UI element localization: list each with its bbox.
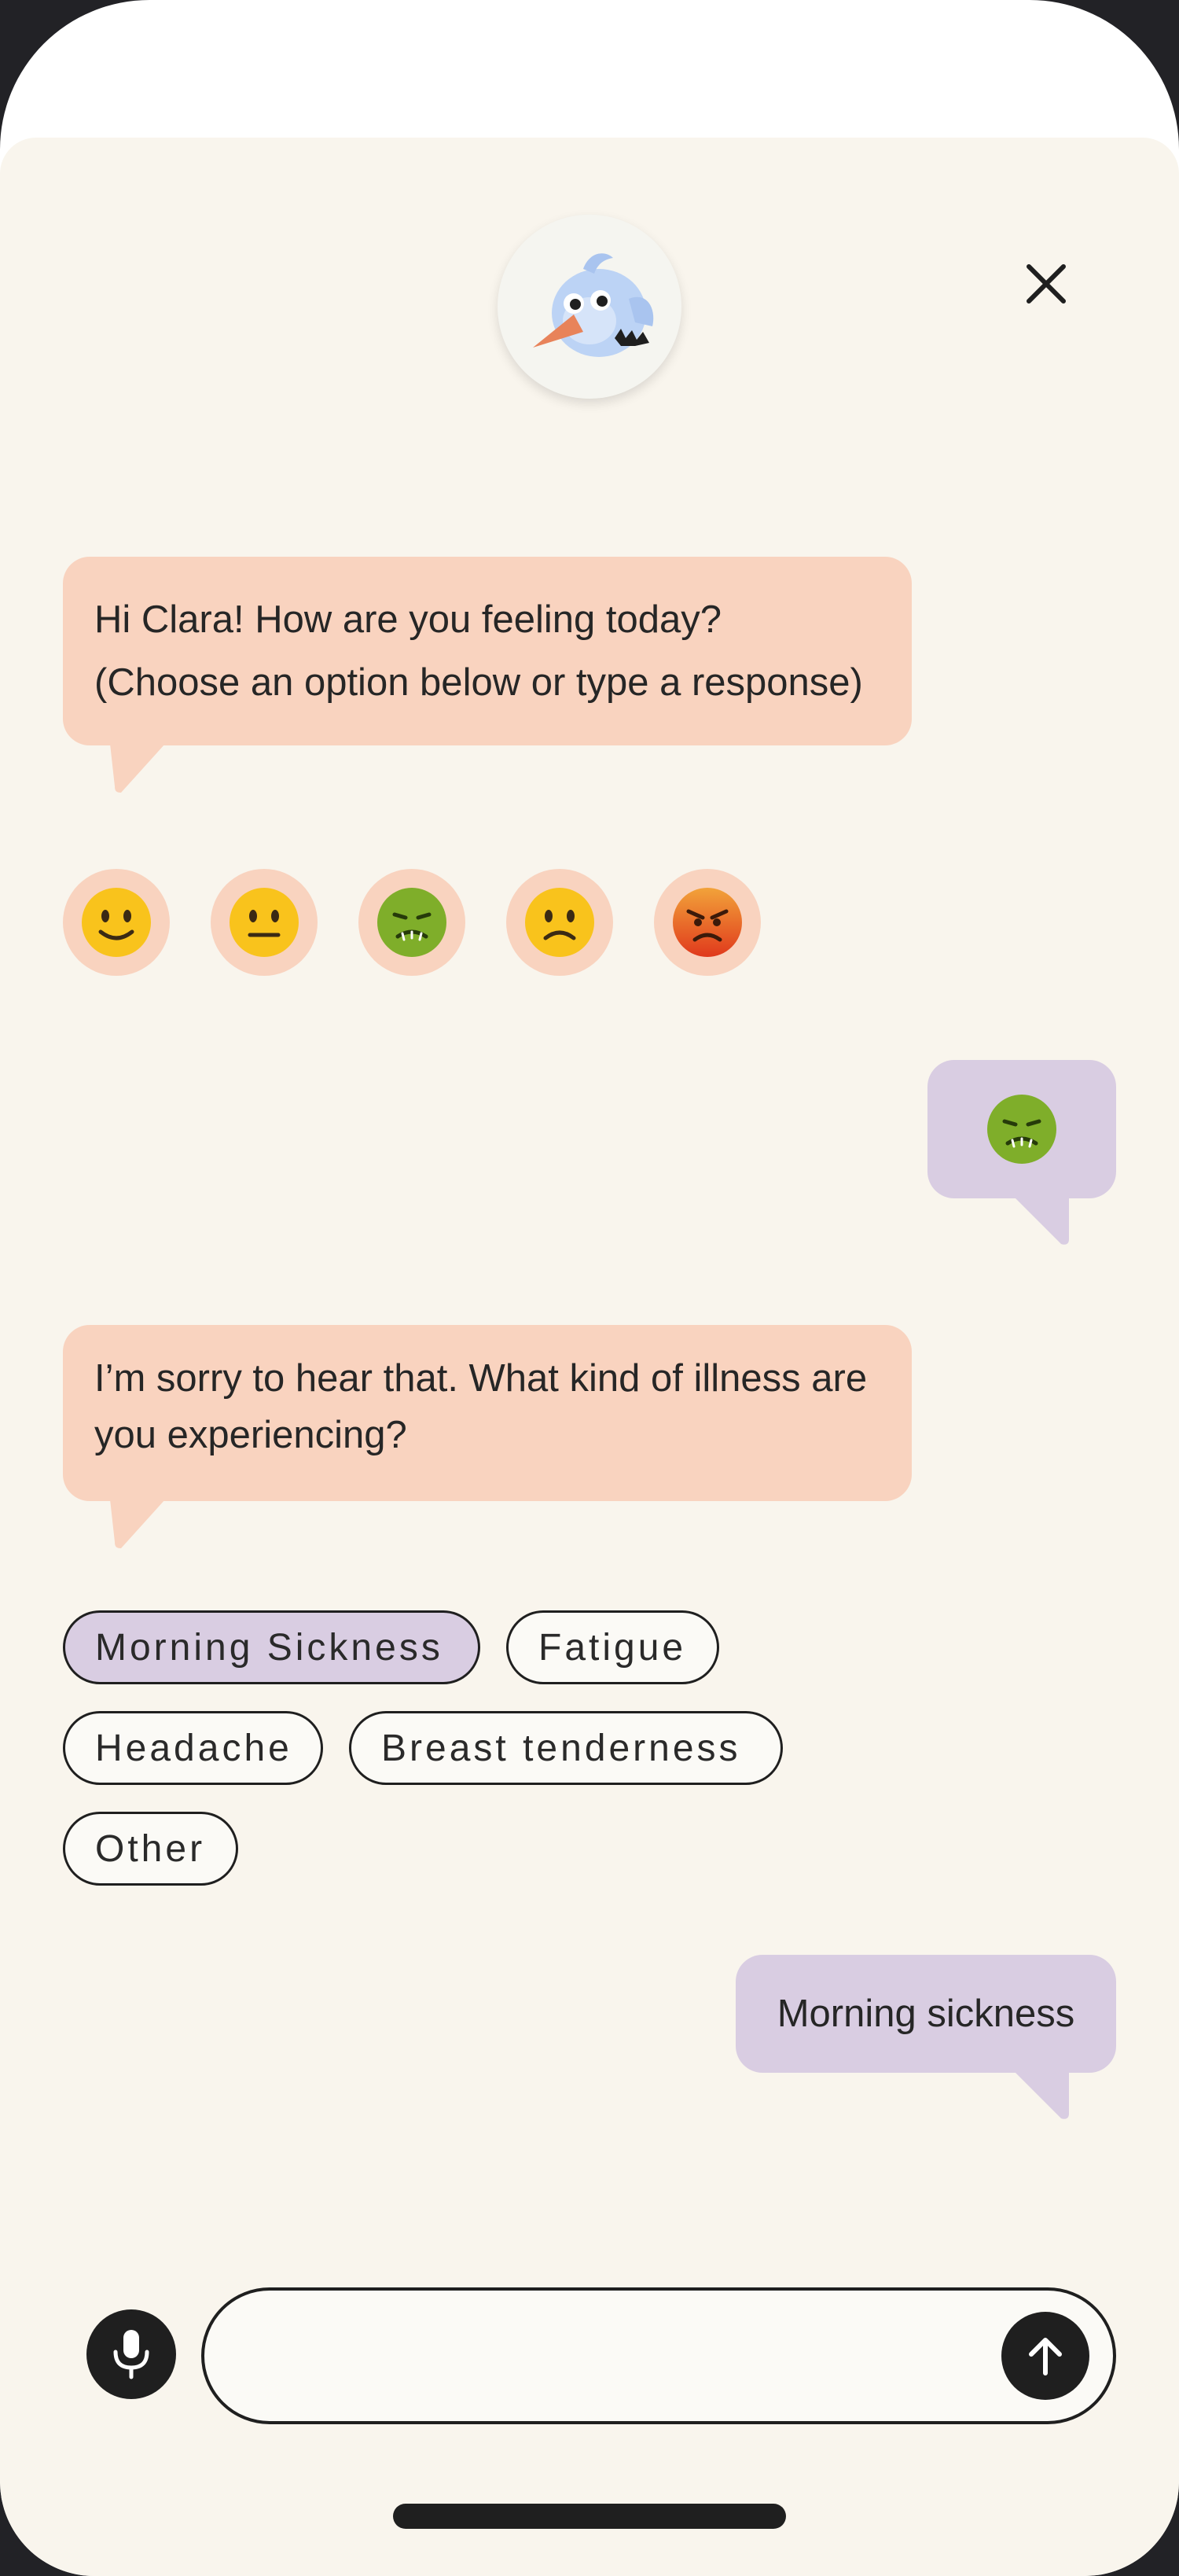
mood-options — [63, 869, 761, 976]
greeting-line-1: Hi Clara! How are you feeling today? — [94, 598, 722, 641]
chip-headache[interactable]: Headache — [63, 1711, 323, 1785]
user-message-illness: Morning sickness — [736, 1955, 1116, 2119]
mood-happy-button[interactable] — [63, 869, 170, 976]
microphone-button[interactable] — [86, 2309, 176, 2399]
chip-breast-tenderness[interactable]: Breast tenderness — [349, 1711, 783, 1785]
bird-mascot-avatar — [498, 215, 681, 399]
close-icon — [1027, 264, 1066, 304]
slightly-frowning-face-emoji — [525, 888, 594, 957]
bubble-tail — [110, 1500, 165, 1548]
pouting-face-emoji — [673, 888, 742, 957]
nauseated-face-emoji — [987, 1095, 1056, 1164]
illness-reply-text: Morning sickness — [777, 1993, 1075, 2035]
mood-angry-button[interactable] — [654, 869, 761, 976]
mood-sad-button[interactable] — [506, 869, 613, 976]
chip-fatigue[interactable]: Fatigue — [506, 1610, 719, 1684]
arrow-up-icon — [1029, 2338, 1062, 2375]
bird-mascot-icon — [533, 253, 654, 357]
chip-label: Headache — [95, 1727, 292, 1769]
bot-message-followup: I’m sorry to hear that. What kind of ill… — [63, 1325, 912, 1548]
message-input-container — [201, 2287, 1116, 2424]
close-button[interactable] — [1022, 259, 1071, 308]
chip-other[interactable]: Other — [63, 1812, 238, 1886]
bubble-tail — [1014, 2071, 1069, 2119]
send-button[interactable] — [1001, 2312, 1089, 2400]
user-message-mood — [927, 1060, 1116, 1245]
slightly-smiling-face-emoji — [82, 888, 151, 957]
followup-text: I’m sorry to hear that. What kind of ill… — [94, 1357, 868, 1456]
bubble-tail — [1014, 1197, 1069, 1245]
bubble-tail — [110, 744, 165, 793]
neutral-face-emoji — [230, 888, 299, 957]
chip-morning-sickness[interactable]: Morning Sickness — [63, 1610, 480, 1684]
bot-message-greeting: Hi Clara! How are you feeling today? (Ch… — [63, 557, 912, 793]
nauseated-face-emoji — [377, 888, 446, 957]
phone-screen: Hi Clara! How are you feeling today? (Ch… — [0, 0, 1179, 2576]
chip-label: Breast tenderness — [381, 1727, 741, 1769]
home-indicator[interactable] — [393, 2504, 786, 2529]
microphone-icon — [113, 2330, 149, 2379]
chip-label: Other — [95, 1827, 206, 1870]
chip-label: Morning Sickness — [95, 1626, 443, 1669]
greeting-line-2: (Choose an option below or type a respon… — [94, 661, 863, 704]
chip-label: Fatigue — [538, 1626, 687, 1669]
mood-neutral-button[interactable] — [211, 869, 318, 976]
mood-nauseated-button[interactable] — [358, 869, 465, 976]
message-input[interactable] — [244, 2319, 954, 2394]
